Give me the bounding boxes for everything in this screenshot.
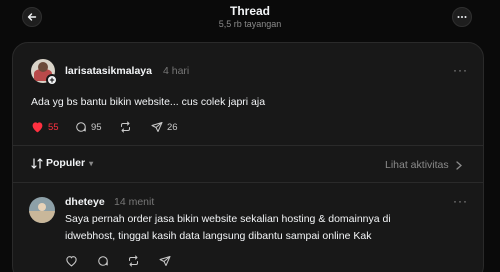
page-title: Thread [229, 4, 270, 18]
sort-dropdown[interactable]: Populer ▾ [31, 157, 93, 169]
reply-avatar[interactable] [29, 197, 55, 223]
sort-label: Populer [46, 157, 86, 169]
post-time: 4 hari [163, 65, 190, 77]
follow-plus-icon[interactable]: + [46, 74, 58, 86]
like-count: 55 [48, 121, 59, 133]
chevron-down-icon: ▾ [89, 158, 94, 168]
comment-icon [98, 256, 108, 266]
divider [13, 145, 483, 146]
reply-more-icon[interactable]: ··· [453, 194, 468, 208]
heart-icon [32, 122, 43, 133]
share-count: 26 [167, 121, 178, 133]
reply-text-line2: idwebhost, tinggal kasih data langsung d… [65, 230, 372, 242]
reply-share-button[interactable] [159, 255, 171, 267]
more-horizontal-icon [457, 16, 467, 18]
repost-button[interactable] [119, 121, 132, 133]
post-more-icon[interactable]: ··· [453, 63, 468, 77]
send-icon [159, 256, 171, 266]
reply-comment-button[interactable] [97, 255, 109, 267]
chevron-right-icon [455, 160, 462, 170]
more-options-button[interactable] [452, 7, 472, 27]
like-button[interactable]: 55 [31, 121, 59, 133]
repost-icon [121, 121, 130, 133]
thread-card: + larisatasikmalaya 4 hari ··· Ada yg bs… [12, 42, 484, 272]
sort-icon [31, 157, 43, 169]
top-bar: Thread 5,5 rb tayangan [0, 0, 500, 38]
post-text: Ada yg bs bantu bikin website... cus col… [31, 96, 266, 108]
heart-outline-icon [66, 256, 77, 267]
reply-text-line1: Saya pernah order jasa bikin website sek… [65, 213, 391, 225]
send-icon [151, 122, 163, 132]
reply-username[interactable]: dheteye [65, 196, 105, 208]
reply-time: 14 menit [114, 196, 155, 208]
divider [13, 182, 483, 183]
view-count: 5,5 rb tayangan [218, 19, 282, 29]
comment-icon [76, 122, 86, 132]
reply-like-button[interactable] [65, 255, 78, 267]
comment-button[interactable]: 95 [75, 121, 102, 133]
repost-icon [129, 255, 138, 267]
share-button[interactable]: 26 [151, 121, 178, 133]
view-activity-link[interactable]: Lihat aktivitas [385, 159, 463, 171]
reply-repost-button[interactable] [127, 255, 140, 267]
post-username[interactable]: larisatasikmalaya [65, 65, 152, 77]
activity-label: Lihat aktivitas [385, 159, 449, 171]
comment-count: 95 [91, 121, 102, 133]
